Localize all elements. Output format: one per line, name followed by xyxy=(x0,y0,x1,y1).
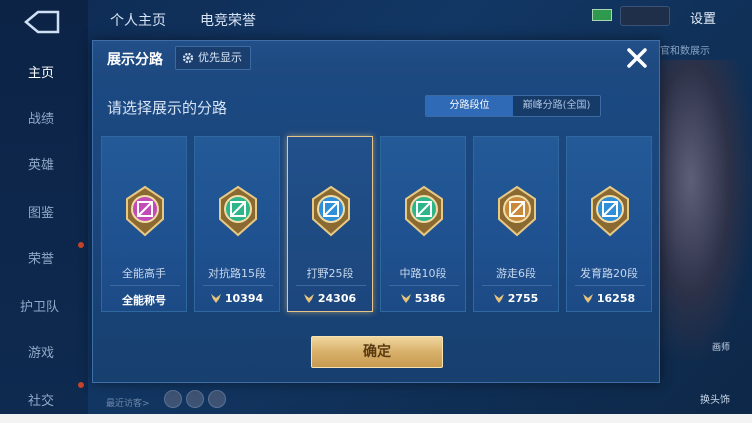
confirm-button[interactable]: 确定 xyxy=(311,336,443,368)
tab-esports-honors[interactable]: 电竞荣誉 xyxy=(200,10,256,30)
lane-card-score-value: 5386 xyxy=(414,292,446,305)
jungle-emblem-icon xyxy=(312,185,350,237)
farm-lane-emblem-icon xyxy=(591,185,629,237)
notification-dot xyxy=(78,382,84,388)
sidebar-item-guard-team[interactable]: 护卫队 xyxy=(0,290,88,320)
tab-profile[interactable]: 个人主页 xyxy=(110,10,166,30)
artist-label: 画师 xyxy=(712,343,731,353)
lane-card-score-value: 16258 xyxy=(596,292,636,305)
sidebar-item-honors[interactable]: 荣誉 xyxy=(0,242,88,272)
roam-emblem-icon xyxy=(498,185,536,237)
all-rounder-emblem-icon xyxy=(126,185,164,237)
divider xyxy=(482,285,552,286)
sidebar-item-label: 游戏 xyxy=(28,345,55,361)
sidebar-item-label: 战绩 xyxy=(28,111,55,127)
lane-card-name: 游走6段 xyxy=(496,267,536,280)
sidebar-item-label: 图鉴 xyxy=(28,205,55,221)
change-headwear-button[interactable]: 换头饰 xyxy=(700,391,730,406)
lane-card[interactable]: 中路10段 5386 xyxy=(380,136,466,312)
lane-card-name: 中路10段 xyxy=(399,267,447,280)
rank-score-icon xyxy=(493,294,504,303)
lane-card-name: 发育路20段 xyxy=(580,267,638,280)
lane-card-name: 对抗路15段 xyxy=(208,267,266,280)
sidebar-item-games[interactable]: 游戏 xyxy=(0,336,88,366)
lane-card[interactable]: 对抗路15段 10394 xyxy=(194,136,280,312)
rank-score-icon xyxy=(303,294,314,303)
sidebar-item-label: 社交 xyxy=(28,393,55,409)
hero-artwork xyxy=(650,60,752,360)
rank-score-icon xyxy=(210,294,221,303)
sidebar-item-home[interactable]: 主页 xyxy=(0,56,88,86)
notification-dot xyxy=(78,242,84,248)
visitor-avatar-icon[interactable] xyxy=(208,390,226,408)
lane-card-score: 24306 xyxy=(288,292,372,305)
dialog-header: 展示分路 优先显示 xyxy=(93,41,659,75)
toggle-lane-rank[interactable]: 分路段位 xyxy=(426,96,513,116)
clash-lane-emblem-icon xyxy=(219,185,257,237)
bottom-bar xyxy=(0,414,752,423)
sidebar-item-records[interactable]: 战绩 xyxy=(0,102,88,132)
lane-card-score-value: 2755 xyxy=(507,292,539,305)
lane-card-score-value: 全能称号 xyxy=(122,294,166,307)
background-text: 官和数展示 xyxy=(660,46,710,57)
visitor-avatar-icon[interactable] xyxy=(164,390,182,408)
priority-display-button[interactable]: 优先显示 xyxy=(175,46,251,70)
lane-mode-toggle: 分路段位 巅峰分路(全国) xyxy=(425,95,601,117)
lane-card[interactable]: 全能高手 全能称号 xyxy=(101,136,187,312)
sidebar-item-codex[interactable]: 图鉴 xyxy=(0,196,88,226)
rank-score-icon xyxy=(582,294,593,303)
lane-card-score-value: 24306 xyxy=(317,292,357,305)
lane-card[interactable]: 游走6段 2755 xyxy=(473,136,559,312)
toggle-peak-lane[interactable]: 巅峰分路(全国) xyxy=(513,96,600,116)
lane-display-dialog: 展示分路 优先显示 请选择展示的分路 分路段位 巅峰分路(全国) 全能高手全能称… xyxy=(92,40,660,383)
sidebar-item-social[interactable]: 社交 xyxy=(0,384,88,414)
close-button[interactable] xyxy=(617,41,657,75)
dialog-title: 展示分路 xyxy=(107,52,163,68)
mid-lane-emblem-icon xyxy=(405,185,443,237)
divider xyxy=(296,285,366,286)
sidebar: 主页 战绩 英雄 图鉴 荣誉 护卫队 游戏 社交 xyxy=(0,0,88,423)
lane-card-score: 全能称号 xyxy=(102,292,186,308)
lane-card-score: 10394 xyxy=(195,292,279,305)
lane-card-name: 全能高手 xyxy=(122,267,166,280)
settings-button[interactable]: 设置 xyxy=(690,8,716,27)
divider xyxy=(389,285,459,286)
back-arrow-icon[interactable] xyxy=(18,8,64,36)
lane-card[interactable]: 发育路20段 16258 xyxy=(566,136,652,312)
sidebar-item-label: 英雄 xyxy=(28,157,55,173)
lane-card-score: 16258 xyxy=(567,292,651,305)
sidebar-item-label: 护卫队 xyxy=(20,299,60,315)
sidebar-item-heroes[interactable]: 英雄 xyxy=(0,148,88,178)
gear-icon xyxy=(182,52,194,64)
flag-icon xyxy=(592,9,612,21)
divider xyxy=(110,285,180,286)
lane-card-list: 全能高手 全能称号 对抗路15段 10394 打野25段 24306 中路10段 5386 游走… xyxy=(101,136,653,312)
badge-icon xyxy=(620,6,670,26)
visitor-avatar-icon[interactable] xyxy=(186,390,204,408)
close-icon xyxy=(627,48,647,68)
lane-card[interactable]: 打野25段 24306 xyxy=(287,136,373,312)
dialog-subtitle: 请选择展示的分路 xyxy=(107,99,228,117)
divider xyxy=(203,285,273,286)
lane-card-score-value: 10394 xyxy=(224,292,264,305)
sidebar-item-label: 荣誉 xyxy=(28,251,55,267)
divider xyxy=(575,285,645,286)
recent-visitors-link[interactable]: 最近访客> xyxy=(106,396,150,409)
lane-card-name: 打野25段 xyxy=(306,267,354,280)
lane-card-score: 2755 xyxy=(474,292,558,305)
sidebar-item-label: 主页 xyxy=(28,65,55,81)
priority-display-label: 优先显示 xyxy=(198,51,242,64)
rank-score-icon xyxy=(400,294,411,303)
lane-card-score: 5386 xyxy=(381,292,465,305)
